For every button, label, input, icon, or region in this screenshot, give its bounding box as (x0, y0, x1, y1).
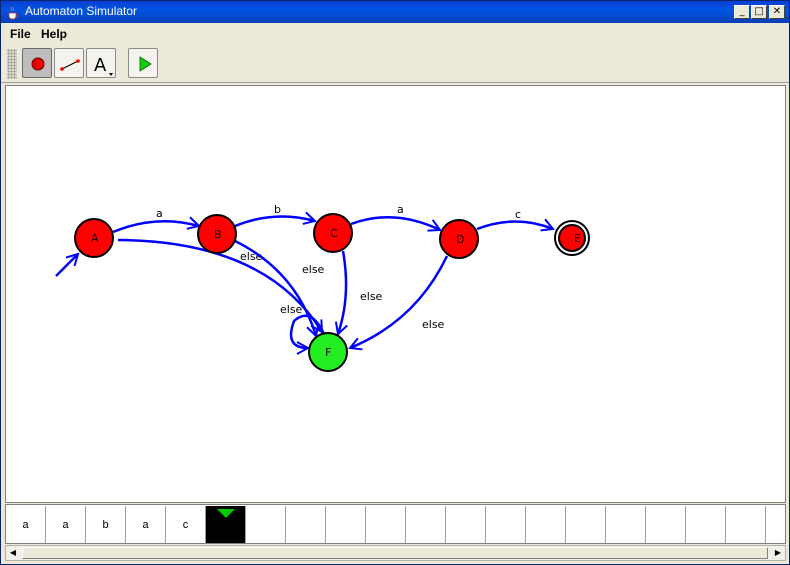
transition-label: else (422, 318, 445, 331)
initial-state-arrow (55, 254, 78, 277)
tape-cell[interactable] (646, 506, 686, 543)
state-C[interactable]: C (313, 213, 353, 253)
state-icon (31, 57, 45, 71)
toolbar: A (1, 45, 789, 83)
tape-scrollbar[interactable]: ◀ ▶ (5, 545, 786, 561)
tape-cell[interactable] (606, 506, 646, 543)
window-title: Automaton Simulator (25, 4, 138, 18)
transition-label: else (360, 290, 383, 303)
close-button[interactable]: ✕ (769, 5, 785, 19)
menu-help[interactable]: Help (41, 27, 67, 41)
java-cup-icon (8, 6, 19, 20)
tape-cell[interactable] (326, 506, 366, 543)
tape-cell[interactable] (366, 506, 406, 543)
tape-cell[interactable]: c (166, 506, 206, 543)
text-tool-label: A (94, 55, 107, 76)
input-tape[interactable]: aabac (5, 504, 786, 544)
transition-label: c (515, 208, 521, 221)
state-label: B (214, 228, 222, 241)
maximize-button[interactable]: □ (751, 5, 767, 19)
state-A[interactable]: A (74, 218, 114, 258)
transitions-layer: a b a celseelseelseelseelse (55, 203, 553, 348)
tape-cell[interactable]: a (6, 506, 46, 543)
tape-cell[interactable]: a (126, 506, 166, 543)
tape-cell[interactable] (566, 506, 606, 543)
tape-cell[interactable] (406, 506, 446, 543)
states-layer: A B C D E F (74, 213, 590, 372)
transition-A-B[interactable] (112, 221, 199, 234)
tape-cell[interactable] (286, 506, 326, 543)
state-D[interactable]: D (439, 219, 479, 259)
state-B[interactable]: B (197, 214, 237, 254)
transition-label: a (397, 203, 404, 216)
add-state-button[interactable] (22, 48, 52, 78)
tape-head-icon (217, 509, 235, 518)
scroll-left-icon[interactable]: ◀ (6, 546, 20, 560)
transition-label: else (302, 263, 325, 276)
app-window: Automaton Simulator _ □ ✕ File Help A a … (0, 0, 790, 565)
transition-B-C[interactable] (234, 217, 315, 228)
tape-cell[interactable] (766, 506, 785, 543)
transition-C-F[interactable] (338, 250, 346, 334)
state-label: F (325, 346, 331, 359)
tape-cell[interactable]: b (86, 506, 126, 543)
toolbar-grip[interactable] (7, 49, 17, 79)
text-tool-button[interactable]: A (86, 48, 116, 78)
menu-file[interactable]: File (10, 27, 31, 41)
state-F[interactable]: F (308, 332, 348, 372)
tape-cell[interactable] (526, 506, 566, 543)
tape-cell[interactable] (446, 506, 486, 543)
state-E[interactable]: E (554, 220, 590, 256)
automaton-canvas[interactable]: a b a c else else else else else ABCDEF (5, 85, 786, 503)
transition-C-D[interactable] (350, 216, 440, 230)
state-label: A (91, 232, 99, 245)
tape-cell[interactable] (726, 506, 766, 543)
run-button[interactable] (128, 48, 158, 78)
tape-cell[interactable] (686, 506, 726, 543)
text-tool-icon: A (94, 55, 113, 76)
tape-head-cell[interactable] (206, 506, 246, 543)
menu-bar: File Help (1, 24, 789, 44)
add-transition-button[interactable] (54, 48, 84, 78)
minimize-button[interactable]: _ (734, 5, 750, 19)
scroll-right-icon[interactable]: ▶ (771, 546, 785, 560)
state-label: C (330, 227, 338, 240)
state-label: E (574, 232, 581, 245)
transition-label: b (274, 203, 281, 216)
transition-D-E[interactable] (476, 222, 553, 230)
state-label: D (456, 233, 464, 246)
tape-cell[interactable] (246, 506, 286, 543)
state-circle (558, 224, 586, 252)
play-icon (139, 56, 152, 72)
transition-label: a (156, 207, 163, 220)
automaton-graph[interactable]: a b a celseelseelseelseelse A B C D EF (6, 86, 785, 502)
transition-label: else (280, 303, 303, 316)
tape-cell[interactable]: a (46, 506, 86, 543)
scroll-thumb[interactable] (22, 547, 768, 559)
title-bar[interactable]: Automaton Simulator _ □ ✕ (1, 1, 789, 23)
tape-cell[interactable] (486, 506, 526, 543)
transition-icon (60, 59, 80, 71)
